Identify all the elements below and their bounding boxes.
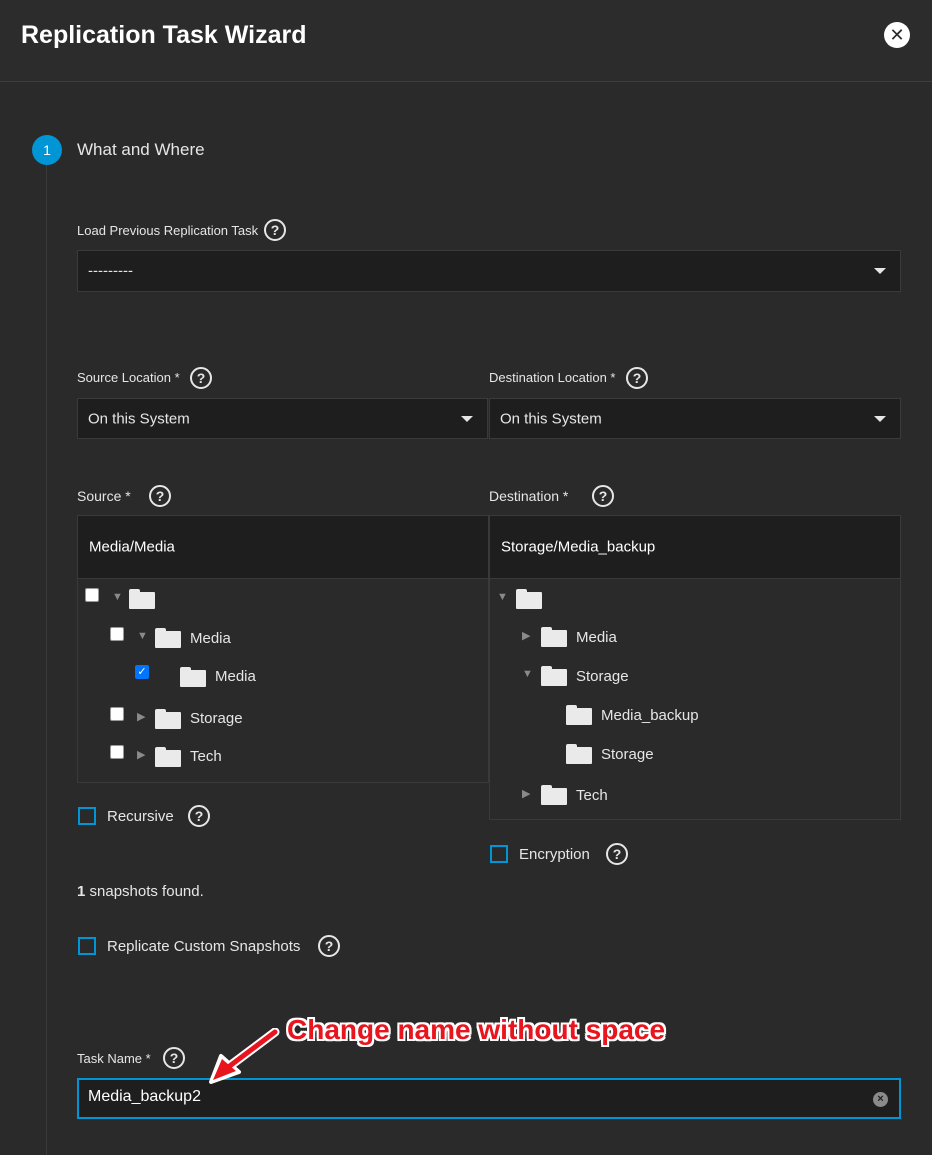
snapshot-text: snapshots found. bbox=[89, 883, 204, 900]
destination-node-label: Media bbox=[576, 629, 617, 646]
load-previous-help-icon[interactable]: ? bbox=[264, 219, 286, 241]
folder-icon bbox=[129, 589, 155, 609]
expand-right-icon[interactable]: ▶ bbox=[137, 710, 145, 723]
destination-help-icon[interactable]: ? bbox=[592, 485, 614, 507]
source-location-label: Source Location * bbox=[77, 370, 180, 385]
chevron-down-icon bbox=[874, 415, 886, 422]
load-previous-select[interactable]: --------- bbox=[77, 250, 901, 292]
source-node-label: Tech bbox=[190, 748, 222, 765]
expand-down-icon[interactable]: ▼ bbox=[137, 630, 148, 642]
destination-location-select[interactable]: On this System bbox=[489, 398, 901, 439]
snapshot-count: 1 bbox=[77, 883, 86, 900]
step-number-badge: 1 bbox=[32, 135, 62, 165]
encryption-label: Encryption bbox=[519, 846, 590, 863]
load-previous-value: --------- bbox=[88, 262, 133, 280]
source-node-label: Media bbox=[215, 668, 256, 685]
replicate-custom-label: Replicate Custom Snapshots bbox=[107, 938, 301, 955]
destination-node-label: Tech bbox=[576, 787, 608, 804]
chevron-down-icon bbox=[461, 415, 473, 422]
recursive-label: Recursive bbox=[107, 808, 174, 825]
encryption-checkbox[interactable] bbox=[490, 845, 508, 863]
source-node-label: Media bbox=[190, 630, 231, 647]
folder-icon bbox=[155, 709, 181, 729]
destination-path-display[interactable]: Storage/Media_backup bbox=[490, 516, 900, 579]
folder-icon bbox=[566, 744, 592, 764]
expand-down-icon[interactable]: ▼ bbox=[522, 668, 533, 680]
chevron-down-icon bbox=[874, 268, 886, 274]
source-node-label: Storage bbox=[190, 710, 243, 727]
step-title: What and Where bbox=[77, 140, 205, 159]
source-node-checkbox[interactable] bbox=[110, 627, 124, 641]
recursive-help-icon[interactable]: ? bbox=[188, 805, 210, 827]
destination-node-label: Storage bbox=[576, 668, 629, 685]
source-location-value: On this System bbox=[88, 410, 190, 427]
expand-right-icon[interactable]: ▶ bbox=[522, 787, 530, 800]
folder-icon bbox=[180, 667, 206, 687]
folder-icon bbox=[155, 628, 181, 648]
task-name-help-icon[interactable]: ? bbox=[163, 1047, 185, 1069]
folder-icon bbox=[516, 589, 542, 609]
folder-icon bbox=[566, 705, 592, 725]
destination-label: Destination * bbox=[489, 488, 569, 504]
source-node-checkbox[interactable] bbox=[85, 588, 99, 602]
task-name-label: Task Name * bbox=[77, 1051, 151, 1066]
folder-icon bbox=[541, 627, 567, 647]
load-previous-label: Load Previous Replication Task bbox=[77, 223, 259, 238]
source-help-icon[interactable]: ? bbox=[149, 485, 171, 507]
dialog-title: Replication Task Wizard bbox=[21, 21, 307, 49]
clear-icon[interactable]: × bbox=[873, 1092, 888, 1107]
source-node-checkbox[interactable] bbox=[110, 707, 124, 721]
dialog-header: Replication Task Wizard ✕ bbox=[0, 0, 932, 82]
folder-icon bbox=[541, 666, 567, 686]
destination-node-label: Storage bbox=[601, 746, 654, 763]
task-name-input[interactable] bbox=[88, 1088, 848, 1106]
destination-location-label: Destination Location * bbox=[489, 370, 616, 385]
destination-location-help-icon[interactable]: ? bbox=[626, 367, 648, 389]
annotation-arrow-icon bbox=[209, 1028, 280, 1084]
expand-right-icon[interactable]: ▶ bbox=[137, 748, 145, 761]
source-node-checkbox[interactable] bbox=[110, 745, 124, 759]
replicate-custom-checkbox[interactable] bbox=[78, 937, 96, 955]
destination-path-text: Storage/Media_backup bbox=[501, 538, 656, 556]
destination-node-label: Media_backup bbox=[601, 707, 699, 724]
source-path-text: Media/Media bbox=[89, 538, 175, 556]
destination-tree: Storage/Media_backup ▼ ▶ Media ▼ Storage… bbox=[489, 515, 901, 820]
folder-icon bbox=[541, 785, 567, 805]
replicate-custom-help-icon[interactable]: ? bbox=[318, 935, 340, 957]
close-icon[interactable]: ✕ bbox=[884, 22, 910, 48]
source-tree: Media/Media ▼ ▼ Media ✓ Media ▶ Storage … bbox=[77, 515, 489, 783]
recursive-checkbox[interactable] bbox=[78, 807, 96, 825]
annotation-text: Change name without space bbox=[287, 1014, 666, 1045]
folder-icon bbox=[155, 747, 181, 767]
encryption-help-icon[interactable]: ? bbox=[606, 843, 628, 865]
source-location-help-icon[interactable]: ? bbox=[190, 367, 212, 389]
stepper-line bbox=[46, 165, 47, 1155]
expand-down-icon[interactable]: ▼ bbox=[112, 591, 123, 603]
task-name-field[interactable]: × bbox=[77, 1078, 901, 1119]
source-node-checkbox-checked[interactable]: ✓ bbox=[135, 665, 149, 679]
destination-location-value: On this System bbox=[500, 410, 602, 427]
expand-right-icon[interactable]: ▶ bbox=[522, 629, 530, 642]
expand-down-icon[interactable]: ▼ bbox=[497, 591, 508, 603]
snapshots-found-text: 1 snapshots found. bbox=[77, 883, 204, 900]
source-label: Source * bbox=[77, 488, 131, 504]
source-location-select[interactable]: On this System bbox=[77, 398, 488, 439]
source-path-display[interactable]: Media/Media bbox=[78, 516, 488, 579]
